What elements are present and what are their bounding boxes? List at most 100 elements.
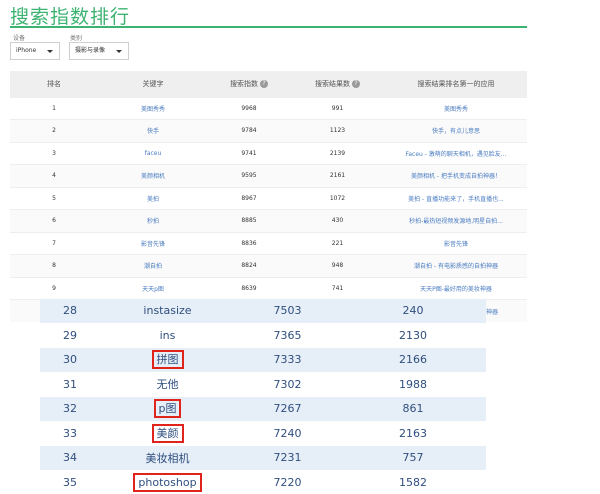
- table-row: 7 影音先锋 8836 221 影音先锋: [10, 231, 527, 255]
- search-index-cell: 8967: [208, 186, 290, 210]
- search-index-cell: 8639: [208, 276, 290, 300]
- result-count-cell: 2161: [290, 164, 385, 187]
- keyword-link[interactable]: 秒拍: [98, 209, 208, 232]
- result-count-cell: 1123: [290, 119, 385, 142]
- keyword-link[interactable]: 美颜相机: [98, 164, 208, 187]
- result-count-cell: 221: [290, 231, 385, 255]
- search-index-cell: 7240: [235, 420, 340, 446]
- keyword-link[interactable]: 美拍: [98, 186, 208, 210]
- keyword-link[interactable]: 潮自拍: [98, 254, 208, 277]
- result-count-cell: 757: [340, 445, 486, 470]
- table-row: 9 天天p图 8639 741 天天P图-最好用的美妆神器: [10, 276, 527, 300]
- top-app-link[interactable]: 潮自拍 - 有电影质感的自拍神器: [385, 254, 527, 277]
- highlighted-keyword: photoshop: [133, 473, 202, 492]
- rank-cell: 6: [10, 209, 98, 232]
- table-row: 1 美图秀秀 9968 991 美图秀秀: [10, 96, 527, 120]
- rank-cell: 28: [40, 298, 100, 323]
- result-count-cell: 741: [290, 276, 385, 300]
- table-row: 33 美颜 7240 2163: [40, 420, 486, 446]
- rank-cell: 2: [10, 119, 98, 142]
- title-divider: [10, 26, 527, 28]
- column-header-keyword: 关键字: [98, 71, 208, 97]
- search-index-cell: 8885: [208, 209, 290, 232]
- result-count-cell: 2166: [340, 347, 486, 372]
- table-row: 3 faceu 9741 2139 Faceu - 激萌的聊天相机，遇见脸友...: [10, 141, 527, 165]
- top-app-link[interactable]: 影音先锋: [385, 231, 527, 255]
- category-select[interactable]: 摄影与录像: [69, 42, 129, 60]
- search-index-cell: 7503: [235, 298, 340, 323]
- column-header-results: 搜索结果数?: [290, 71, 385, 97]
- keyword-cell: 美颜: [100, 420, 235, 446]
- search-index-cell: 7302: [235, 371, 340, 397]
- top-app-link[interactable]: 美颜相机 - 把手机变成自拍神器！: [385, 164, 527, 187]
- keyword-link[interactable]: 影音先锋: [98, 231, 208, 255]
- table-row: 34 美妆相机 7231 757: [40, 445, 486, 470]
- table-header-row: 排名 关键字 搜索指数? 搜索结果数? 搜索结果排名第一的应用: [10, 71, 527, 97]
- result-count-cell: 1072: [290, 186, 385, 210]
- rank-cell: 29: [40, 322, 100, 348]
- result-count-cell: 2163: [340, 420, 486, 446]
- result-count-cell: 948: [290, 254, 385, 277]
- keyword-cell: p图: [100, 396, 235, 421]
- keyword-link[interactable]: 美图秀秀: [98, 96, 208, 120]
- top-app-link[interactable]: 秒拍-最热短视频发源地,明星自拍...: [385, 209, 527, 232]
- keyword-cell: 美妆相机: [100, 445, 235, 470]
- keyword-cell: ins: [100, 322, 235, 348]
- result-count-cell: 1988: [340, 371, 486, 397]
- rank-cell: 5: [10, 186, 98, 210]
- top-app-link[interactable]: 快手，有点儿意思: [385, 119, 527, 142]
- rank-cell: 8: [10, 254, 98, 277]
- caret-down-icon: [47, 50, 53, 53]
- question-circle-icon[interactable]: ?: [260, 79, 268, 88]
- result-count-cell: 430: [290, 209, 385, 232]
- table-row: 5 美拍 8967 1072 美拍 - 直播功能来了，手机直播也...: [10, 186, 527, 210]
- keyword-cell: 无他: [100, 371, 235, 397]
- table-row: 28 instasize 7503 240: [40, 298, 486, 323]
- question-circle-icon[interactable]: ?: [352, 79, 360, 88]
- table-row: 6 秒拍 8885 430 秒拍-最热短视频发源地,明星自拍...: [10, 209, 527, 232]
- result-count-cell: 240: [340, 298, 486, 323]
- table-row: 30 拼图 7333 2166: [40, 347, 486, 372]
- table-row: 4 美颜相机 9595 2161 美颜相机 - 把手机变成自拍神器！: [10, 164, 527, 187]
- table-row: 29 ins 7365 2130: [40, 322, 486, 348]
- column-header-index-label: 搜索指数: [230, 79, 258, 88]
- highlighted-keyword: 美颜: [151, 423, 184, 443]
- keyword-cell: photoshop: [100, 469, 235, 494]
- search-index-cell: 9784: [208, 119, 290, 142]
- top-app-link[interactable]: 美图秀秀: [385, 96, 527, 120]
- rank-cell: 34: [40, 445, 100, 470]
- keyword-cell: instasize: [100, 298, 235, 323]
- rank-cell: 9: [10, 276, 98, 300]
- search-index-cell: 8836: [208, 231, 290, 255]
- search-index-cell: 9968: [208, 96, 290, 120]
- table-row: 8 潮自拍 8824 948 潮自拍 - 有电影质感的自拍神器: [10, 254, 527, 277]
- result-count-cell: 2130: [340, 322, 486, 348]
- rank-cell: 3: [10, 141, 98, 165]
- highlighted-keyword: p图: [153, 399, 182, 419]
- category-select-value: 摄影与录像: [75, 47, 106, 54]
- device-filter-label: 设备: [13, 35, 26, 42]
- column-header-index: 搜索指数?: [208, 71, 290, 97]
- table-row: 35 photoshop 7220 1582: [40, 469, 486, 494]
- keyword-link[interactable]: faceu: [98, 141, 208, 165]
- top-app-link[interactable]: Faceu - 激萌的聊天相机，遇见脸友...: [385, 141, 527, 165]
- rank-cell: 1: [10, 96, 98, 120]
- keyword-link[interactable]: 快手: [98, 119, 208, 142]
- rank-cell: 7: [10, 231, 98, 255]
- result-count-cell: 1582: [340, 469, 486, 494]
- search-index-cell: 7220: [235, 469, 340, 494]
- result-count-cell: 861: [340, 396, 486, 421]
- top-app-link[interactable]: 美拍 - 直播功能来了，手机直播也...: [385, 186, 527, 210]
- page-title: 搜索指数排行: [10, 6, 131, 28]
- search-index-cell: 9741: [208, 141, 290, 165]
- column-header-rank: 排名: [10, 71, 98, 97]
- search-index-cell: 8824: [208, 254, 290, 277]
- table-row: 2 快手 9784 1123 快手，有点儿意思: [10, 119, 527, 142]
- rank-cell: 4: [10, 164, 98, 187]
- device-select[interactable]: iPhone: [10, 42, 60, 60]
- rank-cell: 31: [40, 371, 100, 397]
- top-app-link[interactable]: 天天P图-最好用的美妆神器: [385, 276, 527, 300]
- keyword-link[interactable]: 天天p图: [98, 276, 208, 300]
- rank-cell: 30: [40, 347, 100, 372]
- rank-cell: 35: [40, 469, 100, 494]
